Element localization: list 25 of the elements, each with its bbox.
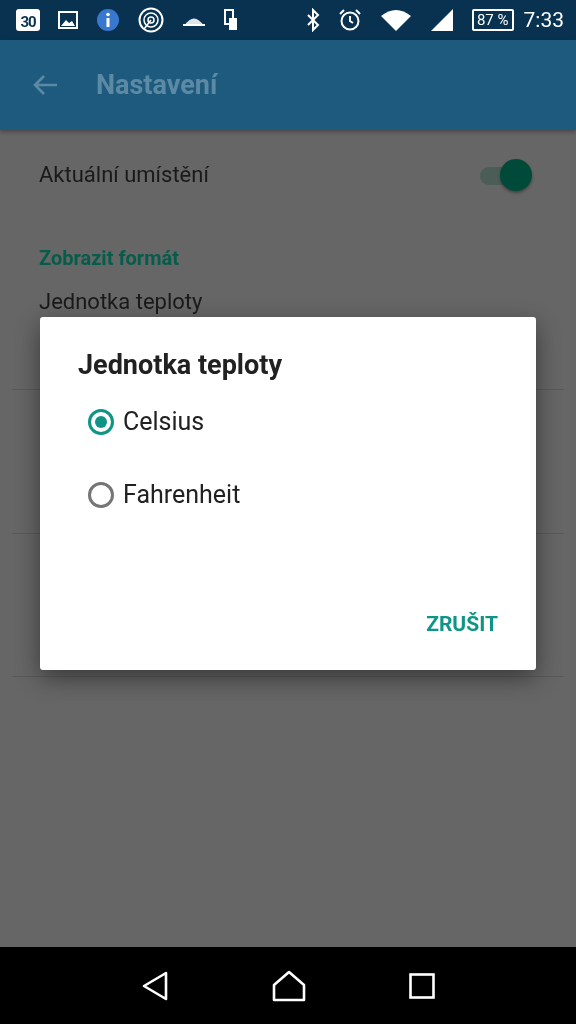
section-header: Zobrazit formát [38, 245, 180, 272]
toggle-switch[interactable] [478, 157, 532, 191]
back-icon[interactable] [141, 970, 170, 1001]
info-icon [96, 8, 120, 32]
option-label[interactable]: Fahrenheit [123, 480, 241, 509]
dialog-title: Jednotka teploty [78, 349, 283, 381]
setting-row[interactable]: Aktuální umístění [0, 130, 576, 218]
setting-item[interactable]: Jednotka teploty [0, 290, 242, 314]
option-label[interactable]: Celsius [123, 407, 205, 436]
radio-button[interactable] [88, 408, 114, 435]
battery-indicator: 87 % [471, 9, 514, 31]
recent-apps-icon[interactable] [408, 972, 435, 999]
cancel-button[interactable]: ZRUŠIT [426, 608, 498, 640]
bluetooth-icon [305, 8, 320, 32]
signal-icon [429, 8, 454, 32]
radar-icon [138, 7, 164, 33]
calendar-icon: 30 [16, 9, 40, 31]
clock-time: 7:33 [523, 8, 564, 32]
home-icon[interactable] [272, 969, 306, 1002]
radio-button[interactable] [88, 481, 114, 508]
screen-title: Nastavení [96, 69, 218, 101]
wifi-icon [379, 8, 412, 32]
image-icon [58, 11, 78, 29]
alarm-clock-icon [337, 8, 362, 32]
phone-card-icon [224, 9, 238, 31]
